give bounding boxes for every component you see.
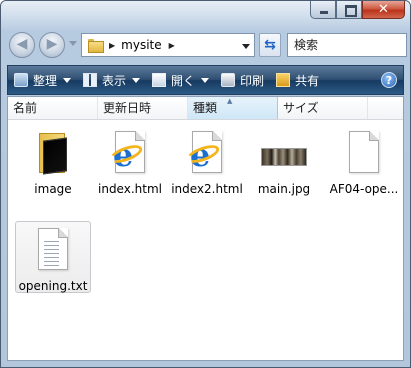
ie-document-icon: e [106, 129, 154, 177]
share-button[interactable]: 共有 [270, 66, 325, 94]
views-button[interactable]: 表示 [77, 66, 146, 94]
file-name: image [34, 182, 72, 196]
open-icon [152, 73, 167, 87]
file-name: AF04-ope... [329, 182, 399, 196]
file-name: opening.txt [18, 279, 88, 293]
views-icon [83, 73, 98, 87]
file-name: index.html [98, 182, 162, 196]
file-item-main-jpg[interactable]: main.jpg [246, 125, 322, 197]
refresh-icon: ⇆ [264, 37, 276, 53]
views-label: 表示 [102, 73, 127, 88]
file-item-index2-html[interactable]: e index2.html [169, 125, 245, 197]
ie-document-icon: e [183, 129, 231, 177]
folder-icon [29, 129, 77, 177]
help-button[interactable]: ? [381, 72, 397, 88]
file-name: main.jpg [257, 182, 311, 196]
file-item-opening-txt[interactable]: opening.txt [15, 221, 91, 293]
share-label: 共有 [295, 73, 320, 88]
open-button[interactable]: 開く [146, 66, 215, 94]
file-item-index-html[interactable]: e index.html [92, 125, 168, 197]
refresh-button[interactable]: ⇆ [259, 33, 281, 57]
column-header-modified[interactable]: 更新日時 [98, 97, 188, 119]
column-header-type-label: 種類 [193, 101, 218, 115]
print-button[interactable]: 印刷 [215, 66, 270, 94]
organize-button[interactable]: 整理 [8, 66, 77, 94]
chevron-right-icon[interactable]: ▶ [169, 41, 175, 50]
file-item-image[interactable]: image [15, 125, 91, 197]
close-icon: ✕ [378, 2, 389, 17]
chevron-down-icon [201, 77, 210, 83]
sort-ascending-icon: ▲ [227, 97, 233, 105]
caption-buttons: ✕ [310, 1, 405, 20]
file-item-af04-opening-txt[interactable]: AF04-ope... [326, 125, 402, 197]
column-header-name[interactable]: 名前 [8, 97, 98, 119]
share-icon [276, 73, 291, 87]
printer-icon [221, 73, 236, 87]
file-list-pane: 名前 更新日時 種類 ▲ サイズ image e index.html e in… [7, 96, 404, 361]
forward-arrow-icon: ▶ [46, 36, 58, 52]
open-label: 開く [171, 73, 196, 88]
blank-document-icon [340, 129, 388, 177]
navigation-bar: ◀ ▶ ▶ mysite ▶ ⇆ [7, 29, 407, 61]
column-header-type[interactable]: 種類 ▲ [188, 97, 278, 119]
file-name: index2.html [171, 182, 243, 196]
address-dropdown-icon[interactable] [242, 44, 250, 49]
chevron-down-icon [63, 77, 72, 83]
close-button[interactable]: ✕ [362, 1, 405, 19]
column-headers: 名前 更新日時 種類 ▲ サイズ [8, 97, 403, 120]
maximize-button[interactable] [336, 1, 362, 19]
forward-button[interactable]: ▶ [39, 32, 65, 58]
recent-pages-dropdown[interactable] [69, 41, 77, 46]
command-bar: 整理 表示 開く 印刷 共有 ? [7, 65, 404, 95]
breadcrumb-mysite[interactable]: mysite [121, 38, 161, 52]
image-thumbnail-icon [260, 129, 308, 177]
text-document-icon [29, 226, 77, 274]
back-arrow-icon: ◀ [16, 36, 28, 52]
organize-icon [14, 73, 28, 87]
chevron-down-icon [132, 77, 141, 83]
column-header-size[interactable]: サイズ [278, 97, 368, 119]
organize-label: 整理 [33, 73, 58, 88]
print-label: 印刷 [240, 73, 265, 88]
search-input[interactable] [294, 38, 406, 52]
search-box[interactable] [287, 33, 407, 57]
explorer-window: ✕ ◀ ▶ ▶ mysite ▶ ⇆ 整理 表示 開く [0, 0, 411, 368]
file-items: image e index.html e index2.html main.jp… [8, 121, 403, 360]
minimize-button[interactable] [310, 1, 336, 19]
address-bar[interactable]: ▶ mysite ▶ [81, 33, 255, 57]
chevron-right-icon[interactable]: ▶ [109, 41, 115, 50]
folder-icon [88, 39, 104, 53]
back-button[interactable]: ◀ [9, 32, 35, 58]
